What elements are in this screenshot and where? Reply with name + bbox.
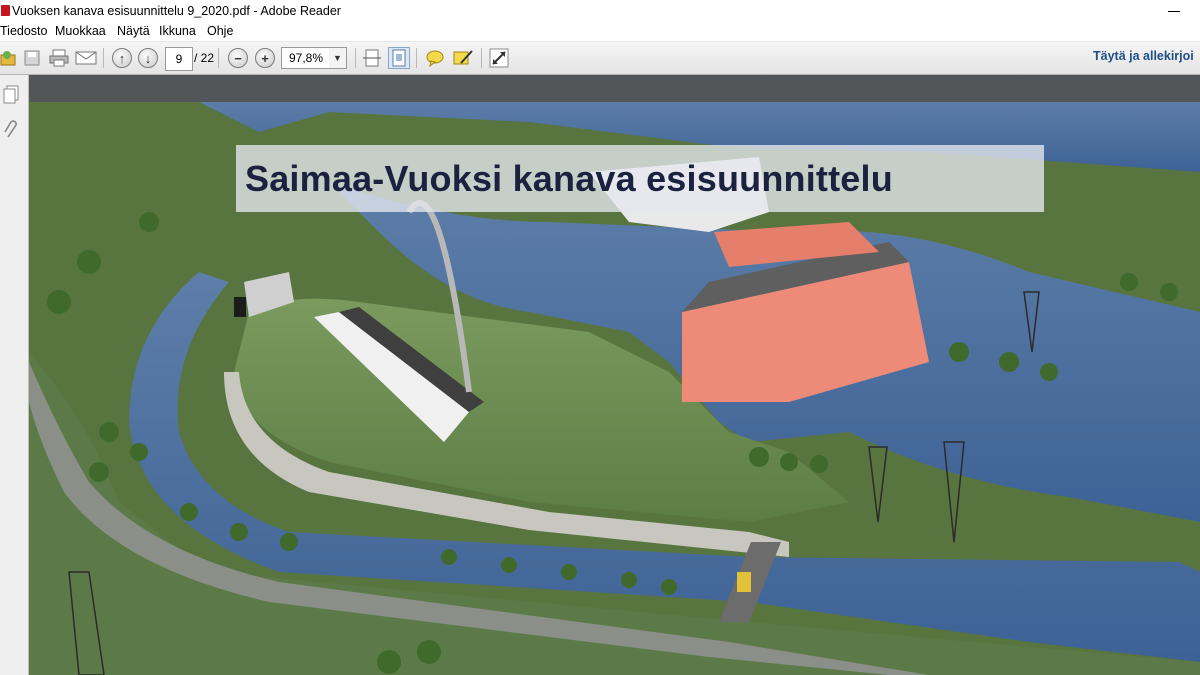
save-icon [24,50,40,66]
print-button[interactable] [48,48,70,68]
sign-button[interactable] [452,48,474,68]
plus-icon: + [255,48,275,68]
chevron-down-icon: ▼ [333,53,342,63]
separator [355,48,356,68]
next-page-button[interactable]: ↓ [138,48,158,68]
separator [218,48,219,68]
fill-and-sign-link[interactable]: Täytä ja allekirjoi [1093,49,1194,63]
separator [416,48,417,68]
envelope-icon [75,51,97,65]
zoom-out-button[interactable]: − [228,48,248,68]
minimize-button[interactable] [1168,0,1182,22]
adobe-reader-icon [1,5,10,16]
full-screen-button[interactable] [488,47,510,69]
page-total: / 22 [194,51,215,65]
menu-ohje[interactable]: Ohje [207,22,233,41]
save-button[interactable] [22,48,42,68]
zoom-dropdown-button[interactable]: ▼ [329,47,347,69]
menu-bar: Tiedosto Muokkaa Näytä Ikkuna Ohje [0,22,1200,42]
attachments-icon[interactable] [2,119,22,141]
arrow-down-icon: ↓ [138,48,158,68]
pen-icon [453,50,473,65]
speech-bubble-icon [426,50,444,67]
fit-page-icon [363,49,381,67]
navigation-pane [0,75,29,675]
separator [103,48,104,68]
fit-width-button[interactable] [362,47,382,69]
expand-icon [489,48,509,68]
menu-ikkuna[interactable]: Ikkuna [159,22,196,41]
arrow-up-icon: ↑ [112,48,132,68]
open-folder-icon [0,51,16,66]
menu-nayta[interactable]: Näytä [117,22,150,41]
page-thumbnails-icon[interactable] [2,84,22,104]
page-number-input[interactable] [165,47,193,71]
window-title: Vuoksen kanava esisuunnittelu 9_2020.pdf… [12,4,341,18]
minus-icon: − [228,48,248,68]
title-bar: Vuoksen kanava esisuunnittelu 9_2020.pdf… [0,0,1200,22]
email-button[interactable] [74,48,98,68]
menu-tiedosto[interactable]: Tiedosto [0,22,47,41]
page-title: Saimaa-Vuoksi kanava esisuunnittelu [245,158,893,199]
fit-window-icon [392,49,406,67]
separator [481,48,482,68]
comment-button[interactable] [424,48,446,68]
fit-page-button[interactable] [388,47,410,69]
menu-muokkaa[interactable]: Muokkaa [55,22,106,41]
previous-page-button[interactable]: ↑ [112,48,132,68]
zoom-in-button[interactable]: + [255,48,275,68]
printer-icon [49,49,69,67]
open-file-button[interactable] [0,48,18,68]
